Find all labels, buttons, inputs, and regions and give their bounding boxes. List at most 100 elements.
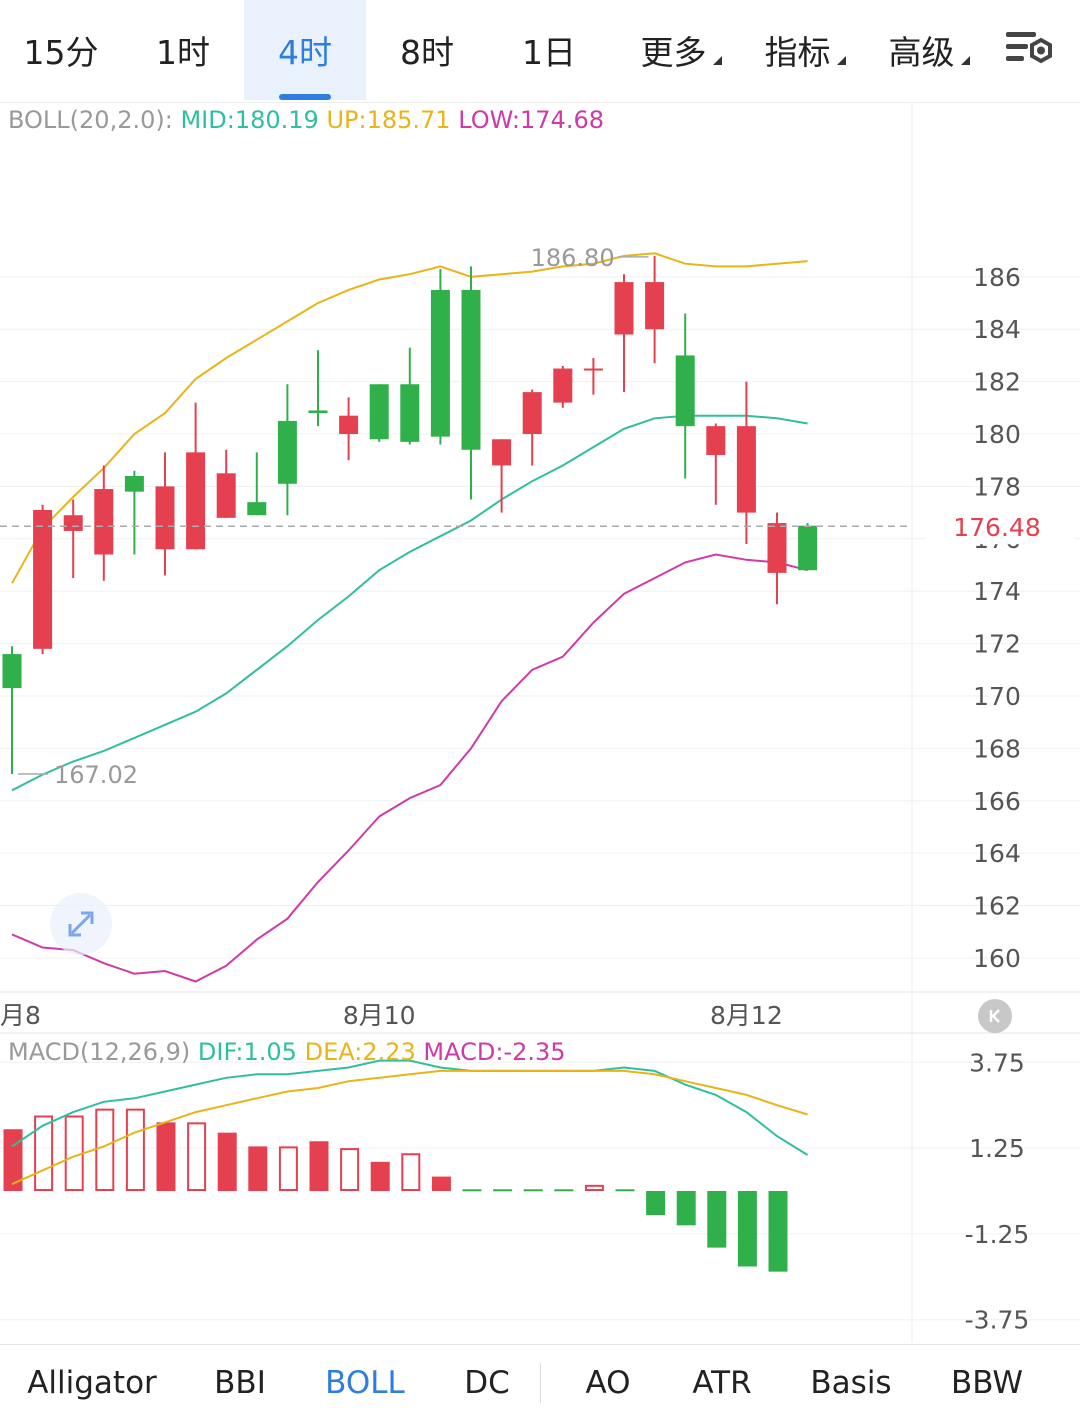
candle-body — [277, 420, 297, 484]
candle — [247, 452, 267, 516]
low-annotation-label: 167.02 — [54, 761, 138, 789]
price-tick-label: 186 — [973, 263, 1021, 292]
candle — [2, 646, 22, 775]
candle — [308, 350, 328, 427]
candle-body — [736, 426, 756, 513]
indicator-tab-ao[interactable]: AO — [585, 1345, 630, 1421]
price-tick-label: 168 — [973, 734, 1021, 763]
candle — [369, 384, 389, 442]
candle-body — [400, 384, 420, 442]
candle — [583, 358, 603, 395]
macd-histogram-bar — [187, 1122, 207, 1192]
fullscreen-expand-icon[interactable] — [50, 893, 112, 955]
candle-body — [675, 355, 695, 427]
candle-body — [339, 415, 359, 435]
boll-mid-line — [11, 414, 808, 792]
candle — [736, 381, 756, 545]
candle-body — [553, 368, 573, 403]
candle — [461, 266, 481, 500]
candle-body — [94, 489, 114, 555]
macd-histogram-bar — [278, 1146, 298, 1191]
candle — [124, 470, 144, 555]
candle — [277, 384, 297, 516]
macd-histogram-bar — [707, 1191, 727, 1248]
candle — [339, 397, 359, 461]
high-annotation-label: 186.80 — [531, 244, 615, 272]
candle — [94, 465, 114, 581]
candle-body — [308, 410, 328, 414]
current-price-label: 176.48 — [953, 513, 1040, 542]
indicator-tab-dc[interactable]: DC — [464, 1345, 510, 1421]
time-tick-label: 月8 — [0, 1001, 41, 1030]
boll-up-value: UP:185.71 — [326, 106, 451, 134]
macd-histogram-bar — [462, 1189, 482, 1192]
indicator-tab-bbw[interactable]: BBW — [951, 1345, 1023, 1421]
macd-histogram-bar — [248, 1146, 268, 1191]
price-tick-label: 184 — [973, 315, 1021, 344]
indicator-tab-atr[interactable]: ATR — [692, 1345, 751, 1421]
candle-body — [186, 452, 206, 550]
candle — [614, 274, 634, 393]
macd-histogram-bar — [125, 1108, 145, 1191]
candle-body — [767, 523, 787, 573]
indicator-tab-boll[interactable]: BOLL — [325, 1345, 405, 1421]
indicator-tab-alligator[interactable]: Alligator — [27, 1345, 157, 1421]
price-tick-label: 172 — [973, 630, 1021, 659]
candle-body — [430, 289, 450, 437]
candle-body — [798, 525, 818, 571]
candle-body — [522, 392, 542, 435]
boll-params: BOLL(20,2.0): — [8, 106, 173, 134]
macd-histogram-bar — [554, 1189, 574, 1192]
candle-body — [155, 486, 175, 550]
macd-histogram-bar — [340, 1148, 360, 1192]
macd-histogram-bar — [64, 1115, 84, 1191]
tab-group-divider — [540, 1363, 541, 1403]
candle-body — [583, 368, 603, 371]
price-tick-label: 164 — [973, 839, 1021, 868]
candle-body — [614, 282, 634, 335]
scroll-to-latest-button[interactable] — [978, 999, 1012, 1033]
candle — [430, 268, 450, 445]
candle — [675, 313, 695, 479]
macd-histogram-bar — [95, 1108, 115, 1191]
macd-tick-label: -3.75 — [965, 1306, 1030, 1335]
macd-dea-line — [11, 1069, 808, 1186]
price-tick-label: 174 — [973, 577, 1021, 606]
candle — [798, 523, 818, 571]
candle-body — [492, 439, 512, 466]
price-chart[interactable]: 1861841821801781761741721701681661641621… — [0, 0, 1080, 1344]
macd-histogram-bar — [156, 1122, 176, 1191]
macd-histogram-bar — [309, 1141, 329, 1191]
macd-tick-label: 1.25 — [969, 1134, 1025, 1163]
double-chevron-left-icon — [989, 1009, 1000, 1023]
price-tick-label: 166 — [973, 787, 1021, 816]
macd-histogram-bar — [370, 1161, 390, 1191]
price-tick-label: 182 — [973, 368, 1021, 397]
price-tick-label: 180 — [973, 420, 1021, 449]
candle-body — [2, 654, 22, 689]
time-tick-label: 8月10 — [343, 1001, 416, 1030]
macd-macd-value: MACD:-2.35 — [423, 1038, 566, 1066]
candle — [492, 439, 512, 513]
macd-dea-value: DEA:2.23 — [304, 1038, 416, 1066]
candle-body — [645, 282, 665, 330]
candle — [645, 255, 665, 364]
macd-histogram-bar — [737, 1191, 757, 1267]
macd-legend: MACD(12,26,9) DIF:1.05 DEA:2.23 MACD:-2.… — [8, 1038, 566, 1066]
indicator-tab-basis[interactable]: Basis — [810, 1345, 891, 1421]
macd-histogram-bar — [493, 1189, 513, 1192]
boll-legend: BOLL(20,2.0): MID:180.19 UP:185.71 LOW:1… — [8, 106, 604, 134]
candle — [400, 347, 420, 445]
indicator-tab-bbi[interactable]: BBI — [214, 1345, 266, 1421]
macd-histogram-bar — [615, 1189, 635, 1192]
candle — [155, 452, 175, 576]
candle — [706, 423, 726, 505]
candle-body — [63, 515, 83, 531]
candle-body — [369, 384, 389, 440]
macd-histogram-bar — [217, 1132, 237, 1191]
macd-histogram-bar — [431, 1176, 451, 1191]
candle — [216, 449, 236, 518]
macd-histogram-bar — [523, 1189, 543, 1192]
price-tick-label: 162 — [973, 892, 1021, 921]
indicator-tabs: Alligator BBI BOLL DC AO ATR Basis BBW — [0, 1344, 1080, 1421]
